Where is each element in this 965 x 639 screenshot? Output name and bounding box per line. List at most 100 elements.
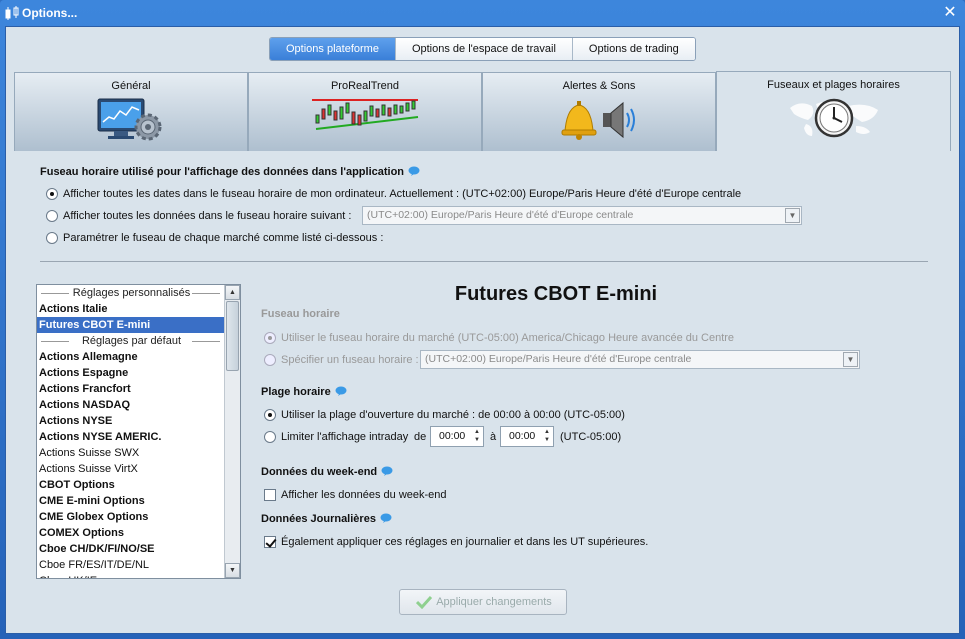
list-item[interactable]: Actions NYSE AMERIC.	[37, 429, 224, 445]
market-tz-option-custom[interactable]: Spécifier un fuseau horaire :	[264, 352, 419, 368]
close-icon[interactable]: ✕	[941, 4, 959, 22]
range-to-spinner[interactable]: 00:00 ▲ ▼	[500, 426, 554, 447]
list-item[interactable]: Actions NASDAQ	[37, 397, 224, 413]
list-scrollbar[interactable]: ▲ ▼	[224, 285, 240, 578]
market-timezone-select[interactable]: (UTC+02:00) Europe/Paris Heure d'été d'E…	[420, 350, 860, 369]
range-from-value: 00:00	[439, 430, 466, 442]
radio-label: Afficher toutes les données dans le fuse…	[63, 210, 352, 222]
info-bubble-icon[interactable]	[335, 386, 347, 396]
list-item[interactable]: Cboe FR/ES/IT/DE/NL	[37, 557, 224, 573]
list-item[interactable]: CME E-mini Options	[37, 493, 224, 509]
info-bubble-icon[interactable]	[380, 513, 392, 523]
timezone-option-computer[interactable]: Afficher toutes les dates dans le fuseau…	[46, 186, 741, 202]
tab-general[interactable]: Général	[14, 72, 248, 151]
window-title: Options...	[22, 6, 78, 20]
scrollbar-thumb[interactable]	[226, 301, 239, 371]
list-item[interactable]: Actions Italie	[37, 301, 224, 317]
apply-changes-label: Appliquer changements	[436, 596, 552, 608]
list-item[interactable]: Actions Suisse SWX	[37, 445, 224, 461]
monitor-gear-icon	[97, 98, 162, 141]
list-item[interactable]: CBOT Options	[37, 477, 224, 493]
list-item-selected[interactable]: Futures CBOT E-mini	[37, 317, 224, 333]
market-timezone-select-value: (UTC+02:00) Europe/Paris Heure d'été d'E…	[425, 353, 692, 365]
range-from-label: de	[414, 431, 427, 443]
radio-button[interactable]	[264, 354, 276, 366]
weekend-checkbox-row[interactable]: Afficher les données du week-end	[264, 487, 447, 503]
plage-horaire-heading-text: Plage horaire	[261, 386, 331, 398]
options-category-switch: Options plateforme Options de l'espace d…	[269, 37, 696, 61]
tab-fuseaux-plages[interactable]: Fuseaux et plages horaires	[716, 71, 951, 151]
tab-alertes-sons[interactable]: Alertes & Sons	[482, 72, 716, 151]
info-bubble-icon[interactable]	[408, 166, 420, 176]
section-divider	[40, 261, 928, 262]
apply-changes-button[interactable]: Appliquer changements	[399, 589, 567, 615]
radio-label: Utiliser le fuseau horaire du marché (UT…	[281, 332, 735, 344]
list-item[interactable]: Actions Suisse VirtX	[37, 461, 224, 477]
tab-label: Fuseaux et plages horaires	[767, 79, 900, 91]
spinner-arrows-icon[interactable]: ▲ ▼	[473, 428, 481, 445]
radio-label: Utiliser la plage d'ouverture du marché …	[281, 409, 625, 421]
checkbox-label: Également appliquer ces réglages en jour…	[281, 536, 649, 548]
range-from-spinner[interactable]: 00:00 ▲ ▼	[430, 426, 484, 447]
timezone-heading-text: Fuseau horaire utilisé pour l'affichage …	[40, 166, 405, 178]
segment-options-espace-travail[interactable]: Options de l'espace de travail	[395, 38, 573, 60]
weekend-heading: Données du week-end	[261, 466, 393, 478]
radio-label: Paramétrer le fuseau de chaque marché co…	[63, 232, 384, 244]
radio-button[interactable]	[46, 210, 58, 222]
list-group-header: Réglages par défaut	[37, 333, 224, 349]
timezone-select-value: (UTC+02:00) Europe/Paris Heure d'été d'E…	[367, 209, 634, 221]
daily-checkbox-row[interactable]: Également appliquer ces réglages en jour…	[264, 534, 648, 550]
daily-checkbox[interactable]	[264, 536, 276, 548]
info-bubble-icon[interactable]	[381, 466, 393, 476]
bell-speaker-icon	[561, 101, 635, 140]
tab-bar: Général ProRealTrend Alertes & Sons Fuse…	[14, 71, 951, 151]
segment-options-plateforme[interactable]: Options plateforme	[270, 38, 396, 60]
list-item[interactable]: Cboe CH/DK/FI/NO/SE	[37, 541, 224, 557]
timezone-option-per-market[interactable]: Paramétrer le fuseau de chaque marché co…	[46, 230, 383, 246]
list-item[interactable]: COMEX Options	[37, 525, 224, 541]
list-item[interactable]: Actions Francfort	[37, 381, 224, 397]
fuseau-horaire-heading: Fuseau horaire	[261, 308, 340, 320]
tab-label: Général	[111, 80, 151, 92]
daily-heading-text: Données Journalières	[261, 513, 376, 525]
market-list[interactable]: Réglages personnalisés Actions Italie Fu…	[36, 284, 241, 579]
range-to-label: à	[490, 431, 497, 443]
list-item[interactable]: Actions Espagne	[37, 365, 224, 381]
scroll-down-icon[interactable]: ▼	[225, 563, 240, 578]
list-group-header: Réglages personnalisés	[37, 285, 224, 301]
radio-button[interactable]	[46, 188, 58, 200]
radio-label: Spécifier un fuseau horaire :	[281, 354, 419, 366]
radio-button[interactable]	[46, 232, 58, 244]
trend-chart-icon	[312, 99, 419, 130]
options-panel: Options plateforme Options de l'espace d…	[5, 26, 960, 634]
title-bar[interactable]: Options... ✕	[0, 0, 965, 26]
tab-label: ProRealTrend	[330, 80, 400, 92]
tab-prorealtrend[interactable]: ProRealTrend	[248, 72, 482, 151]
radio-button[interactable]	[264, 409, 276, 421]
market-tz-option-market[interactable]: Utiliser le fuseau horaire du marché (UT…	[264, 330, 734, 346]
list-item[interactable]: Actions Allemagne	[37, 349, 224, 365]
list-item[interactable]: Actions NYSE	[37, 413, 224, 429]
list-item[interactable]: Cboe UK/IE	[37, 573, 224, 578]
radio-button[interactable]	[264, 431, 276, 443]
timezone-option-fixed[interactable]: Afficher toutes les données dans le fuse…	[46, 208, 351, 224]
weekend-checkbox[interactable]	[264, 489, 276, 501]
tab-label: Alertes & Sons	[562, 80, 636, 92]
list-item[interactable]: CME Globex Options	[37, 509, 224, 525]
market-title: Futures CBOT E-mini	[454, 283, 658, 305]
chevron-down-icon[interactable]: ▼	[785, 208, 800, 223]
chevron-down-icon[interactable]: ▼	[843, 352, 858, 367]
timezone-select[interactable]: (UTC+02:00) Europe/Paris Heure d'été d'E…	[362, 206, 802, 225]
weekend-heading-text: Données du week-end	[261, 466, 378, 478]
checkmark-icon	[416, 595, 432, 609]
range-option-limit[interactable]: Limiter l'affichage intraday	[264, 429, 408, 445]
segment-options-trading[interactable]: Options de trading	[572, 38, 695, 60]
range-to-value: 00:00	[509, 430, 536, 442]
spinner-arrows-icon[interactable]: ▲ ▼	[543, 428, 551, 445]
range-option-market[interactable]: Utiliser la plage d'ouverture du marché …	[264, 407, 625, 423]
range-timezone-label: (UTC-05:00)	[560, 431, 622, 443]
radio-button[interactable]	[264, 332, 276, 344]
checkbox-label: Afficher les données du week-end	[281, 489, 447, 501]
scroll-up-icon[interactable]: ▲	[225, 285, 240, 300]
world-clock-icon	[789, 98, 878, 138]
